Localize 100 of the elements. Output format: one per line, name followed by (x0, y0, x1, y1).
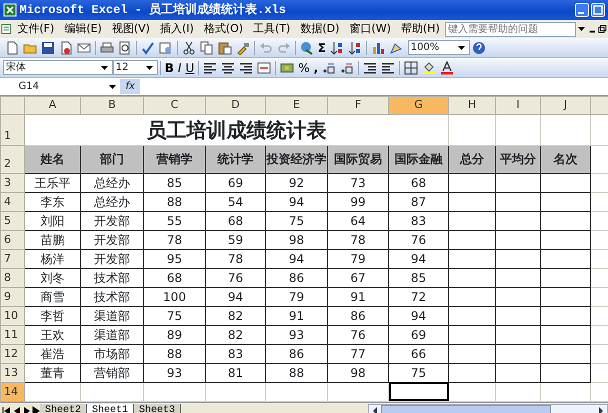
table-cell: 李东 (24, 192, 80, 211)
autosum-button[interactable]: Σ (316, 38, 328, 56)
row-header[interactable]: 14 (0, 382, 24, 401)
column-header[interactable]: H (448, 96, 496, 114)
menu-item[interactable]: 帮助(H) (396, 21, 445, 37)
comma-style-button[interactable]: , (312, 58, 320, 76)
font-color-icon[interactable] (440, 60, 454, 74)
minimize-icon[interactable] (574, 3, 588, 17)
column-header[interactable]: A (24, 96, 80, 114)
chart-icon[interactable] (370, 40, 385, 54)
table-cell: 81 (206, 363, 266, 382)
percent-button[interactable]: % (296, 58, 312, 76)
drawing-icon[interactable] (388, 40, 403, 54)
column-header[interactable]: E (266, 96, 328, 114)
table-cell: 86 (328, 306, 388, 325)
workbook-icon (0, 22, 12, 36)
row-header[interactable]: 13 (0, 363, 24, 382)
table-cell: 82 (206, 325, 266, 344)
column-header[interactable]: I (496, 96, 540, 114)
font-dropdown[interactable]: 宋体 (2, 60, 113, 75)
menu-item[interactable]: 视图(V) (106, 21, 155, 37)
sheet-tab[interactable]: Sheet1 (87, 404, 134, 413)
active-cell[interactable] (388, 382, 448, 401)
table-cell: 75 (144, 306, 206, 325)
row-header[interactable]: 11 (0, 325, 24, 344)
print-preview-icon[interactable] (118, 40, 132, 54)
row-header[interactable]: 8 (0, 268, 24, 287)
zoom-dropdown[interactable]: 100% (408, 40, 470, 55)
menu-item[interactable]: 插入(I) (154, 21, 199, 37)
scroll-thumb[interactable] (381, 405, 551, 413)
mail-icon[interactable] (76, 40, 91, 54)
table-cell: 88 (144, 192, 206, 211)
font-size-dropdown[interactable]: 12 (112, 60, 158, 75)
table-cell: 86 (266, 268, 328, 287)
table-cell: 85 (144, 173, 206, 192)
decrease-indent-icon[interactable] (363, 60, 378, 74)
sheet-tab[interactable]: Sheet3 (134, 404, 182, 413)
increase-decimal-icon[interactable] (322, 60, 336, 74)
borders-icon[interactable] (404, 60, 418, 74)
row-header[interactable]: 9 (0, 287, 24, 306)
row-header[interactable]: 6 (0, 230, 24, 249)
column-header[interactable]: F (328, 96, 388, 114)
column-header[interactable]: B (80, 96, 144, 114)
row-header[interactable]: 4 (0, 192, 24, 211)
dropdown-arrow-icon (109, 84, 116, 88)
table-cell: 55 (144, 211, 206, 230)
column-header[interactable]: J (540, 96, 590, 114)
align-center-icon[interactable] (221, 60, 236, 74)
menu-item[interactable]: 格式(O) (198, 21, 248, 37)
dropdown-arrow-icon[interactable] (578, 27, 585, 31)
underline-button[interactable]: U (183, 58, 196, 76)
sort-ascending-icon[interactable] (330, 40, 344, 54)
copy-icon[interactable] (200, 40, 214, 54)
help-icon[interactable] (472, 40, 486, 54)
fill-color-icon[interactable] (422, 60, 436, 74)
increase-indent-icon[interactable] (381, 60, 396, 74)
row-header[interactable]: 7 (0, 249, 24, 268)
table-cell: 崔浩 (24, 344, 80, 363)
column-header[interactable]: D (206, 96, 266, 114)
row-header[interactable]: 1 (0, 114, 24, 145)
table-cell: 开发部 (80, 211, 144, 230)
row-header[interactable]: 3 (0, 173, 24, 192)
table-cell: 76 (206, 268, 266, 287)
menu-item[interactable]: 数据(D) (295, 21, 344, 37)
bold-button[interactable]: B (162, 58, 176, 76)
menu-item[interactable]: 窗口(W) (344, 21, 396, 37)
row-header[interactable]: 5 (0, 211, 24, 230)
table-cell: 董青 (24, 363, 80, 382)
row-header[interactable]: 10 (0, 306, 24, 325)
row-header[interactable]: 12 (0, 344, 24, 363)
menu-item[interactable]: 工具(T) (248, 21, 296, 37)
row-header[interactable]: 2 (0, 145, 24, 173)
new-file-icon[interactable] (4, 40, 19, 54)
column-header[interactable]: C (144, 96, 206, 114)
dropdown-arrow-icon (458, 46, 465, 50)
paste-icon[interactable] (218, 40, 232, 54)
print-icon[interactable] (100, 40, 114, 54)
restore-icon[interactable] (597, 22, 608, 36)
menu-item[interactable]: 编辑(E) (59, 21, 107, 37)
sort-descending-icon[interactable] (348, 40, 362, 54)
save-icon[interactable] (40, 40, 55, 54)
insert-function-button[interactable]: fx (120, 79, 140, 94)
help-search-field[interactable]: 键入需要帮助的问题 (444, 22, 576, 36)
merge-center-icon[interactable] (257, 60, 272, 74)
column-header[interactable]: G (388, 96, 448, 114)
cut-icon[interactable] (182, 40, 196, 54)
maximize-icon[interactable] (591, 3, 606, 17)
permission-icon[interactable] (58, 40, 73, 54)
table-cell: 94 (206, 287, 266, 306)
table-cell: 72 (388, 287, 448, 306)
format-painter-icon[interactable] (236, 40, 250, 54)
align-left-icon[interactable] (203, 60, 218, 74)
table-cell: 渠道部 (80, 325, 144, 344)
align-right-icon[interactable] (239, 60, 254, 74)
menu-item[interactable]: 文件(F) (12, 21, 60, 37)
currency-icon[interactable] (280, 60, 294, 74)
spelling-icon[interactable] (140, 40, 155, 54)
italic-button[interactable]: I (176, 58, 184, 76)
sheet-tab[interactable]: Sheet2 (40, 404, 88, 413)
decrease-decimal-icon[interactable] (340, 60, 354, 74)
